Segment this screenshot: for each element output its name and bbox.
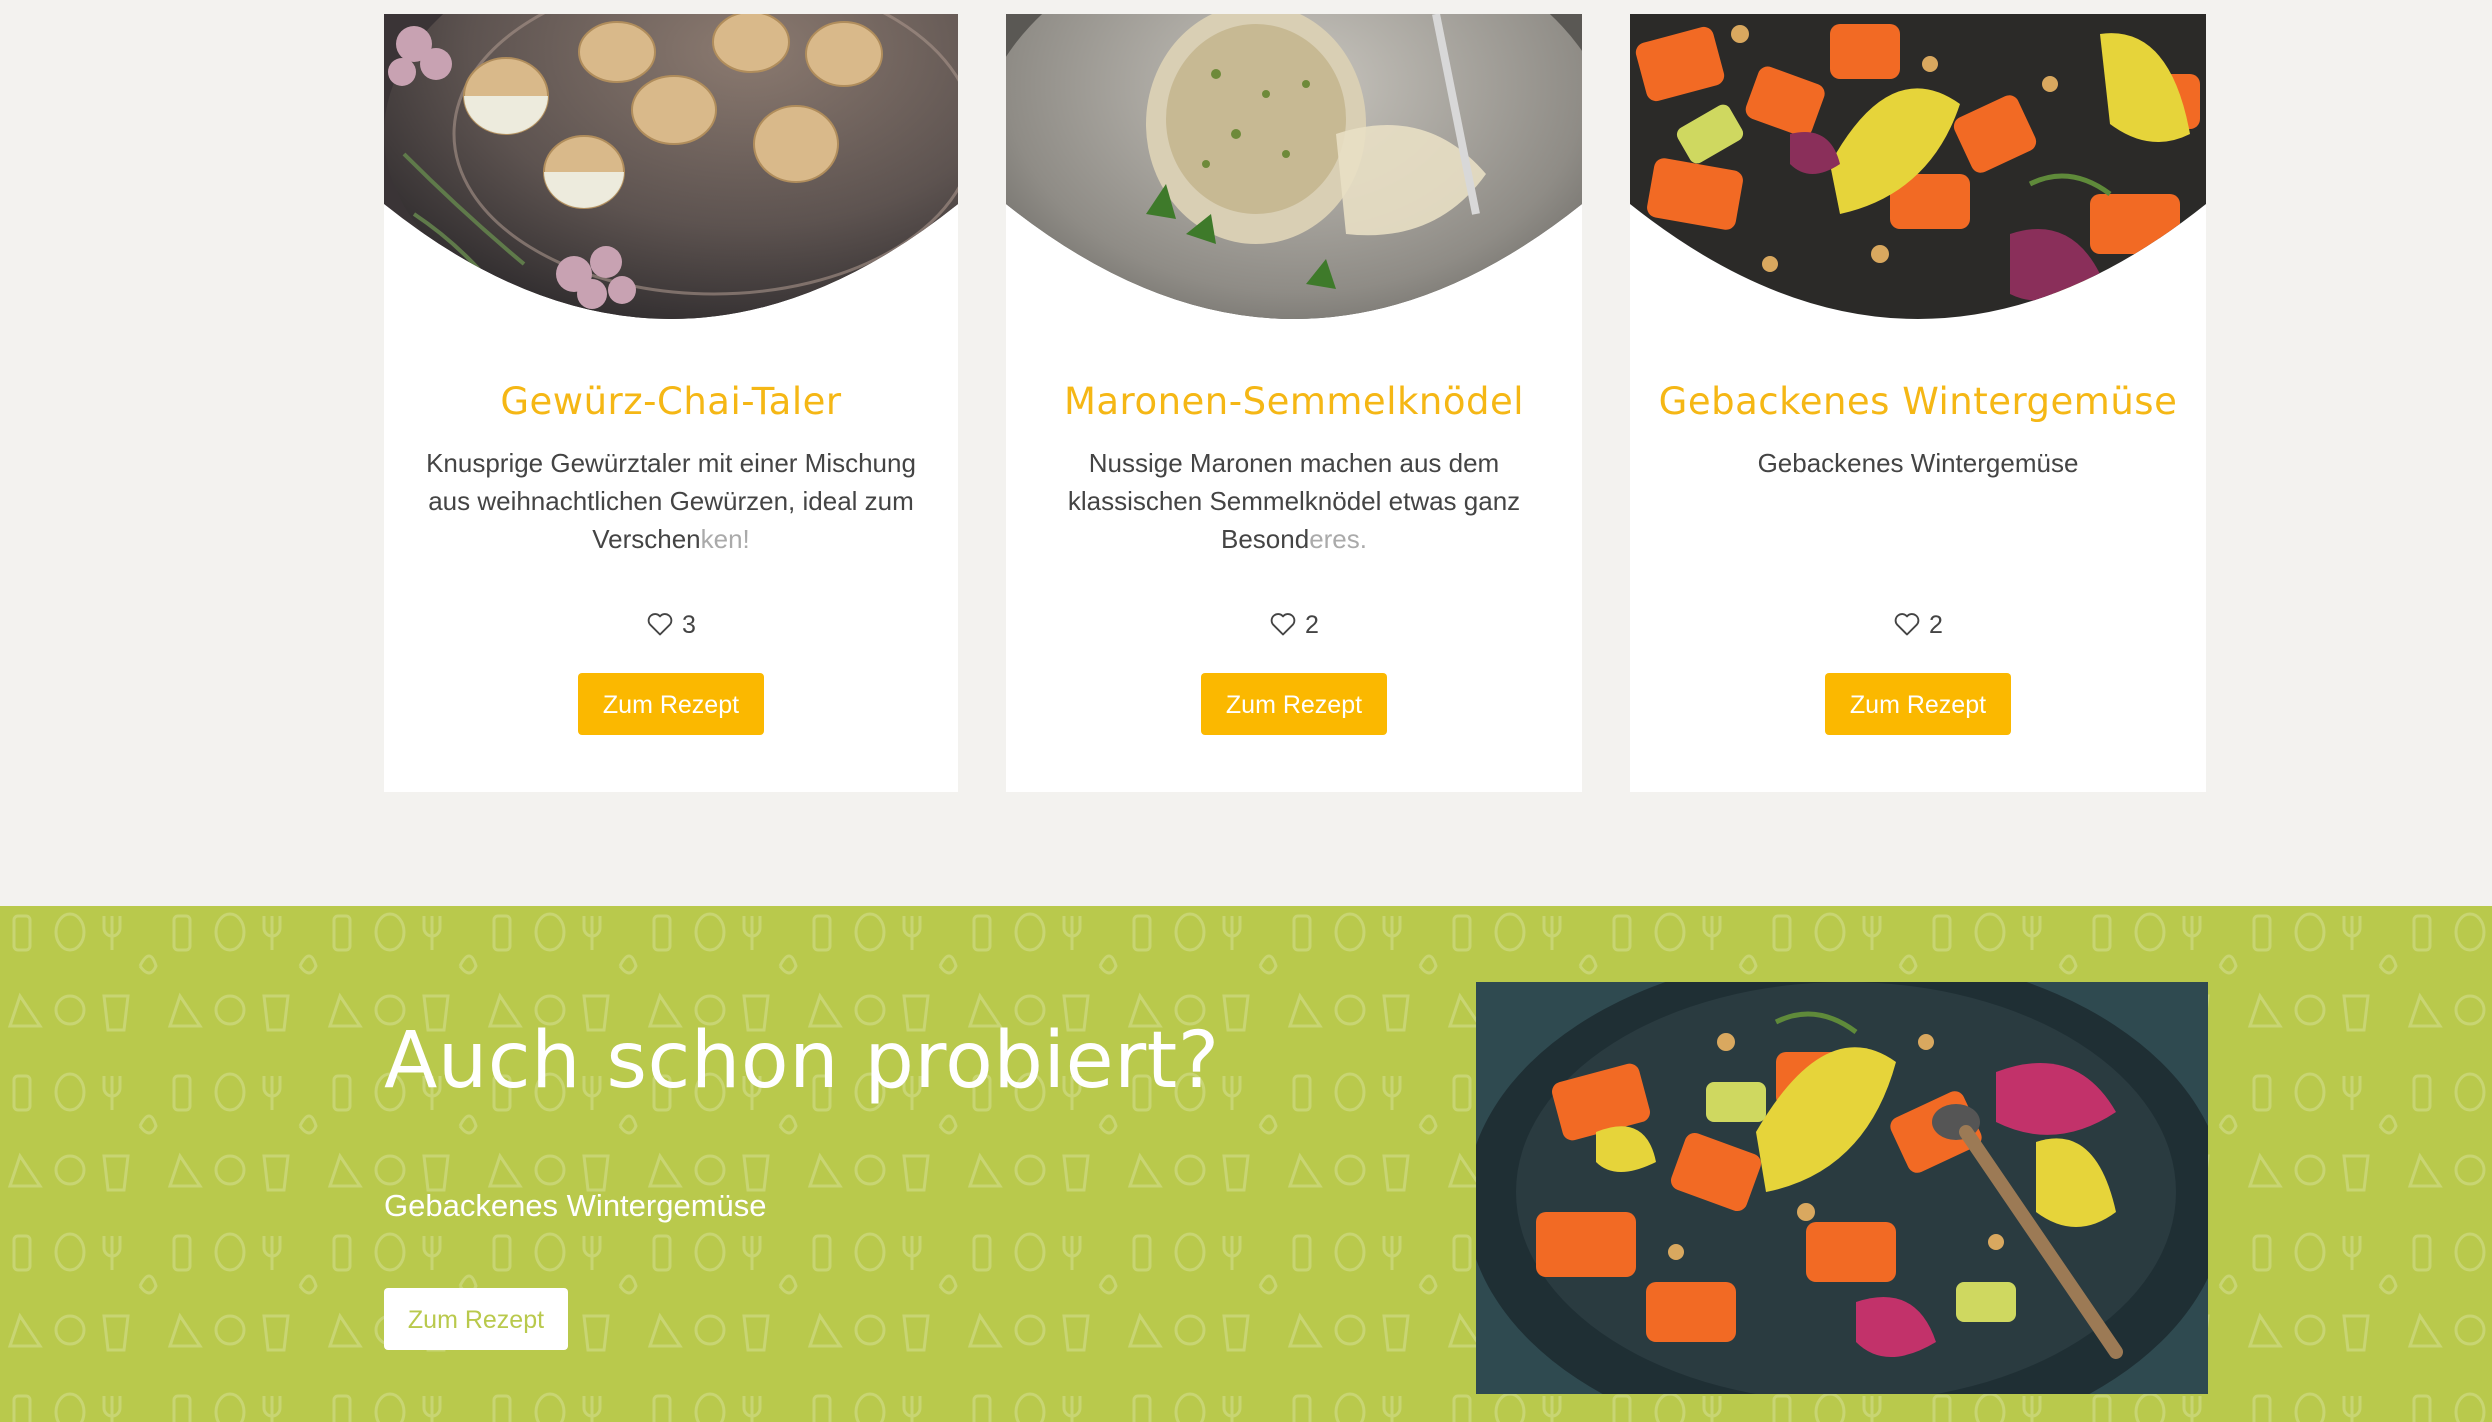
recipe-card: Maronen-Semmelknödel Nussige Maronen mac… [1006,14,1582,792]
recipe-description-text: Gebackenes Wintergemüse [1757,448,2079,478]
zum-rezept-button[interactable]: Zum Rezept [578,673,764,735]
recipe-image-semmelknoedel[interactable] [1006,14,1582,334]
heart-outline-icon[interactable] [646,611,674,644]
likes-counter[interactable]: 2 [1006,611,1582,644]
promo-heading: Auch schon probiert? [384,1016,1220,1106]
heart-outline-icon[interactable] [1269,611,1297,644]
promo-recipe-image[interactable] [1476,982,2208,1394]
promo-zum-rezept-button[interactable]: Zum Rezept [384,1288,568,1350]
recipe-description-fade: ken! [700,524,750,554]
recipe-description-fade: eres. [1309,524,1367,554]
recipe-description-text: Knusprige Gewürztaler mit einer Mischung… [426,448,916,554]
featured-recipe-section: Auch schon probiert? Gebackenes Winterge… [0,906,2492,1422]
likes-counter[interactable]: 3 [384,611,958,644]
zum-rezept-button[interactable]: Zum Rezept [1201,673,1387,735]
recipe-description-text: Nussige Maronen machen aus dem klassisch… [1067,448,1521,554]
recipe-image-wintergemuese[interactable] [1630,14,2206,334]
likes-count: 3 [682,611,696,639]
recipe-description: Nussige Maronen machen aus dem klassisch… [1046,444,1542,558]
likes-count: 2 [1929,611,1943,639]
recipe-title[interactable]: Gebackenes Wintergemüse [1630,380,2206,423]
likes-count: 2 [1305,611,1319,639]
likes-counter[interactable]: 2 [1630,611,2206,644]
recipe-card: Gebackenes Wintergemüse Gebackenes Winte… [1630,14,2206,792]
recipe-description: Knusprige Gewürztaler mit einer Mischung… [424,444,918,558]
recipe-grid-section: Gewürz-Chai-Taler Knusprige Gewürztaler … [0,0,2492,906]
promo-recipe-name[interactable]: Gebackenes Wintergemüse [384,1188,767,1224]
recipe-card: Gewürz-Chai-Taler Knusprige Gewürztaler … [384,14,958,792]
recipe-image-chai-taler[interactable] [384,14,958,334]
zum-rezept-button[interactable]: Zum Rezept [1825,673,2011,735]
recipe-description: Gebackenes Wintergemüse [1670,444,2166,482]
recipe-title[interactable]: Gewürz-Chai-Taler [384,380,958,423]
recipe-title[interactable]: Maronen-Semmelknödel [1006,380,1582,423]
heart-outline-icon[interactable] [1893,611,1921,644]
